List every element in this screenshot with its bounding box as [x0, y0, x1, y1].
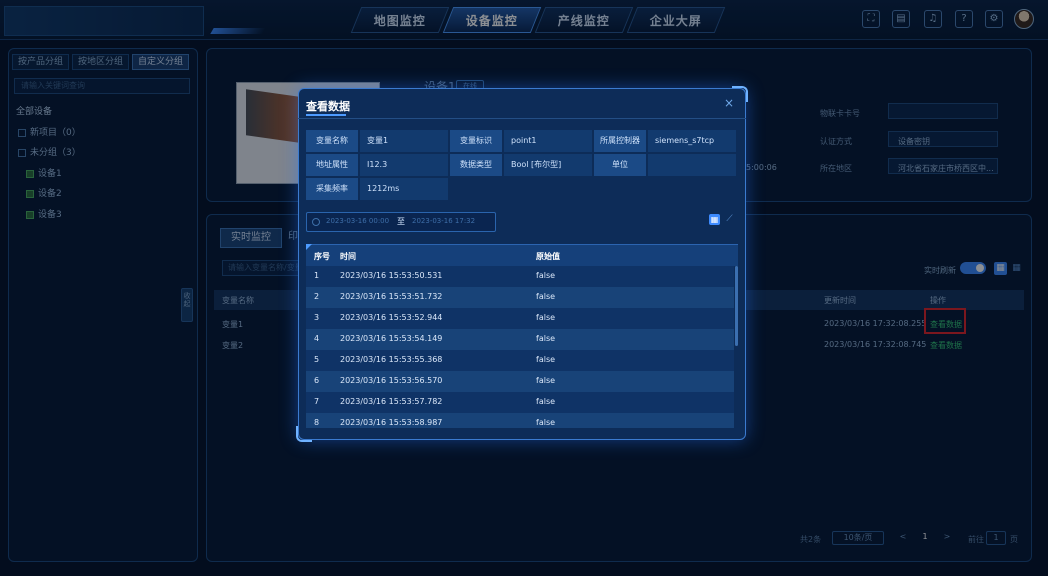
address-label: 地址属性	[306, 154, 358, 176]
var-name-label: 变量名称	[306, 130, 358, 152]
column-header-raw-value: 原始值	[536, 252, 560, 261]
cell-no: 4	[314, 334, 320, 343]
table-view-icon[interactable]: ▦	[709, 214, 720, 225]
modal-title-underline	[306, 114, 346, 116]
cell-value: false	[536, 418, 556, 427]
column-header-time: 时间	[340, 252, 356, 261]
data-type-label: 数据类型	[450, 154, 502, 176]
cell-value: false	[536, 397, 556, 406]
freq-value: 1212ms	[360, 178, 448, 200]
cell-time: 2023/03/16 15:53:58.987	[340, 418, 443, 427]
table-row: 4 2023/03/16 15:53:54.149 false	[306, 329, 734, 350]
cell-no: 8	[314, 418, 320, 427]
table-scrollbar[interactable]	[735, 266, 738, 346]
cell-time: 2023/03/16 15:53:51.732	[340, 292, 443, 301]
cell-time: 2023/03/16 15:53:55.368	[340, 355, 443, 364]
cell-value: false	[536, 313, 556, 322]
date-separator: 至	[397, 217, 405, 226]
data-type-value: Bool [布尔型]	[504, 154, 592, 176]
cell-no: 7	[314, 397, 320, 406]
table-row: 1 2023/03/16 15:53:50.531 false	[306, 266, 734, 287]
unit-value	[648, 154, 736, 176]
table-row: 6 2023/03/16 15:53:56.570 false	[306, 371, 734, 392]
table-row: 7 2023/03/16 15:53:57.782 false	[306, 392, 734, 413]
column-header-index: 序号	[314, 252, 330, 261]
cell-no: 3	[314, 313, 320, 322]
cell-value: false	[536, 376, 556, 385]
data-table-header	[306, 244, 738, 266]
modal-title: 查看数据	[306, 100, 350, 113]
table-row: 3 2023/03/16 15:53:52.944 false	[306, 308, 734, 329]
controller-value: siemens_s7tcp	[648, 130, 736, 152]
var-name-value: 变量1	[360, 130, 448, 152]
cell-value: false	[536, 334, 556, 343]
cell-no: 2	[314, 292, 320, 301]
cell-no: 1	[314, 271, 320, 280]
address-value: I12.3	[360, 154, 448, 176]
clock-icon	[312, 218, 320, 226]
controller-label: 所属控制器	[594, 130, 646, 152]
cell-value: false	[536, 271, 556, 280]
table-row: 5 2023/03/16 15:53:55.368 false	[306, 350, 734, 371]
cell-no: 5	[314, 355, 320, 364]
close-icon[interactable]: ×	[722, 96, 736, 110]
cell-time: 2023/03/16 15:53:50.531	[340, 271, 443, 280]
cell-time: 2023/03/16 15:53:52.944	[340, 313, 443, 322]
cell-value: false	[536, 355, 556, 364]
table-row: 2 2023/03/16 15:53:51.732 false	[306, 287, 734, 308]
cell-time: 2023/03/16 15:53:57.782	[340, 397, 443, 406]
date-start[interactable]: 2023-03-16 00:00	[326, 217, 389, 225]
modal-corner-decoration	[296, 426, 312, 442]
cell-time: 2023/03/16 15:53:54.149	[340, 334, 443, 343]
freq-label: 采集频率	[306, 178, 358, 200]
var-id-label: 变量标识	[450, 130, 502, 152]
date-end[interactable]: 2023-03-16 17:32	[412, 217, 475, 225]
modal-divider	[298, 118, 746, 119]
table-row: 8 2023/03/16 15:53:58.987 false	[306, 413, 734, 428]
var-id-value: point1	[504, 130, 592, 152]
header-corner-decoration	[306, 244, 312, 250]
unit-label: 单位	[594, 154, 646, 176]
cell-no: 6	[314, 376, 320, 385]
cell-time: 2023/03/16 15:53:56.570	[340, 376, 443, 385]
line-chart-icon[interactable]: ⟋	[724, 214, 735, 225]
cell-value: false	[536, 292, 556, 301]
